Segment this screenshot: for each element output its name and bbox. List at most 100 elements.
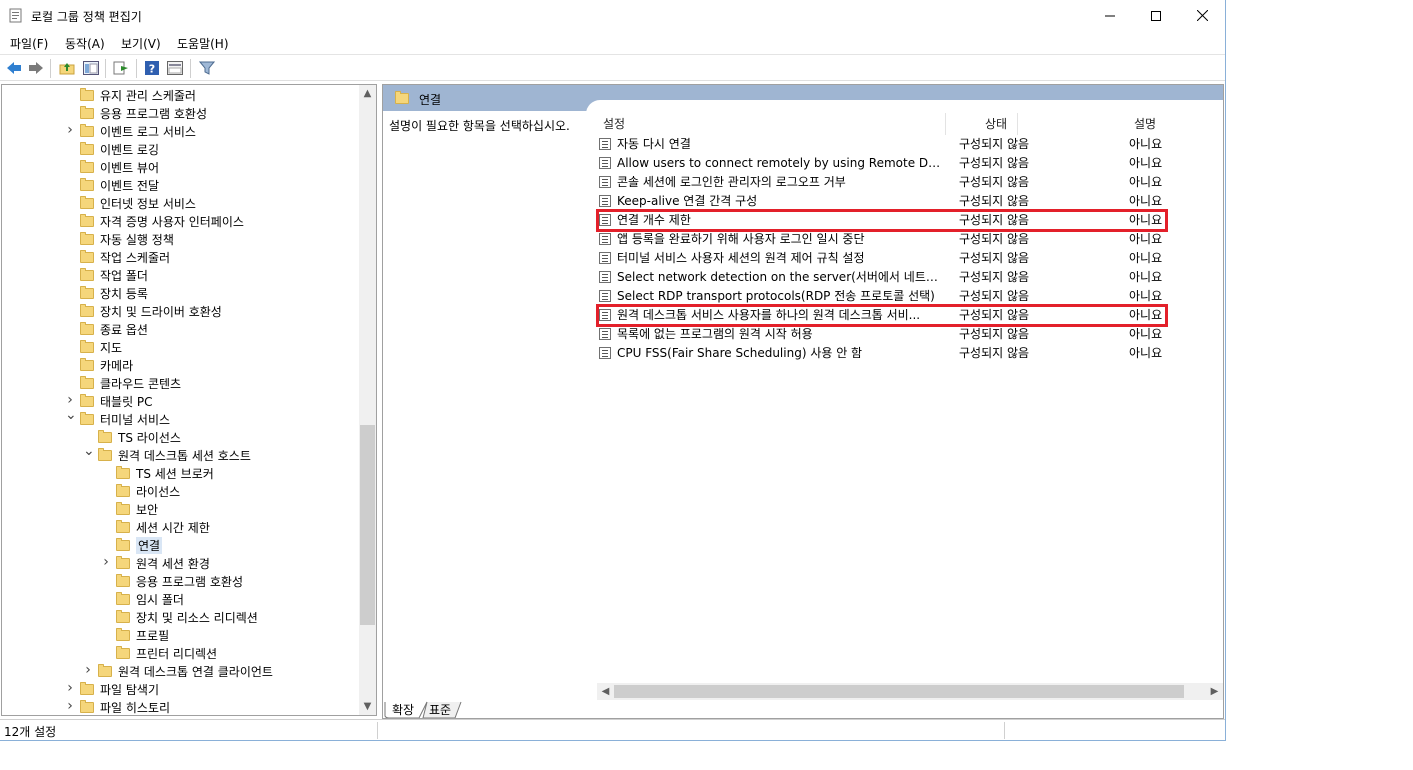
column-header-comment[interactable]: 설명 [1134, 115, 1156, 132]
tree-item[interactable]: 카메라 [80, 356, 133, 374]
tree-item[interactable]: 작업 스케줄러 [80, 248, 170, 266]
menu-action[interactable]: 동작(A) [65, 35, 105, 52]
tree-item[interactable]: 장치 등록 [80, 284, 148, 302]
forward-button[interactable] [27, 59, 45, 77]
tree-item[interactable]: 이벤트 뷰어 [80, 158, 159, 176]
help-button[interactable]: ? [143, 59, 161, 77]
tree-vertical-scrollbar[interactable]: ▲ ▼ [359, 85, 376, 715]
chevron-down-icon[interactable]: ⌄ [83, 443, 95, 459]
tree-item[interactable]: › 원격 세션 환경 [103, 554, 210, 572]
column-separator[interactable] [945, 113, 946, 135]
folder-icon [98, 429, 112, 443]
tree-item[interactable]: 장치 및 리소스 리디렉션 [116, 608, 258, 626]
menu-file[interactable]: 파일(F) [10, 35, 48, 52]
details-scroll-thumb[interactable] [614, 685, 1184, 698]
column-separator[interactable] [1017, 113, 1018, 135]
up-one-level-button[interactable] [58, 59, 76, 77]
policy-row[interactable]: Select RDP transport protocols(RDP 전송 프로… [599, 286, 1169, 305]
toolbar-separator [136, 59, 137, 78]
tree-item[interactable]: 작업 폴더 [80, 266, 148, 284]
tree-item[interactable]: › 원격 데스크톱 연결 클라이언트 [85, 662, 273, 680]
folder-icon [80, 681, 94, 695]
scroll-left-arrow-icon[interactable]: ◀ [597, 683, 614, 700]
tree-item-label: 작업 폴더 [100, 268, 148, 283]
tree-item[interactable]: 라이선스 [116, 482, 180, 500]
tree-item[interactable]: 자격 증명 사용자 인터페이스 [80, 212, 244, 230]
minimize-button[interactable] [1087, 0, 1133, 31]
tree-item[interactable]: 종료 옵션 [80, 320, 148, 338]
policy-row[interactable]: CPU FSS(Fair Share Scheduling) 사용 안 함 구성되… [599, 343, 1169, 362]
tree-item[interactable]: 인터넷 정보 서비스 [80, 194, 196, 212]
policy-state: 구성되지 않음 [959, 270, 1030, 284]
tree-item[interactable]: 장치 및 드라이버 호환성 [80, 302, 222, 320]
folder-icon [116, 519, 130, 533]
chevron-down-icon[interactable]: ⌄ [65, 407, 77, 423]
scroll-right-arrow-icon[interactable]: ▶ [1206, 683, 1223, 700]
tree-item[interactable]: 연결 [116, 536, 163, 554]
tree-item-label: 세션 시간 제한 [136, 520, 210, 535]
tree-item[interactable]: 임시 폴더 [116, 590, 184, 608]
chevron-right-icon[interactable]: › [65, 122, 75, 138]
gpedit-window: 로컬 그룹 정책 편집기 파일(F) 동작(A) 보기(V) 도움말(H) ? … [0, 0, 1226, 741]
chevron-right-icon[interactable]: › [65, 698, 75, 714]
policy-row[interactable]: 터미널 서비스 사용자 세션의 원격 제어 규칙 설정 구성되지 않음 아니요 [599, 248, 1169, 267]
show-hide-tree-button[interactable] [82, 59, 100, 77]
tree-item[interactable]: 응용 프로그램 호환성 [80, 104, 207, 122]
close-button[interactable] [1179, 0, 1225, 31]
tree-item[interactable]: 보안 [116, 500, 158, 518]
tree-item[interactable]: TS 세션 브로커 [116, 464, 214, 482]
chevron-right-icon[interactable]: › [83, 662, 93, 678]
tree-item[interactable]: 프린터 리디렉션 [116, 644, 217, 662]
tree-item[interactable]: TS 라이선스 [98, 428, 181, 446]
tree-item[interactable]: 응용 프로그램 호환성 [116, 572, 243, 590]
tree-item[interactable]: › 파일 히스토리 [67, 698, 170, 715]
folder-icon [395, 91, 409, 104]
chevron-right-icon[interactable]: › [65, 680, 75, 696]
details-horizontal-scrollbar[interactable]: ◀ ▶ [597, 683, 1223, 700]
policy-row[interactable]: Select network detection on the server(서… [599, 267, 1169, 286]
folder-icon [80, 339, 94, 353]
back-button[interactable] [5, 59, 23, 77]
policy-setting-icon [599, 137, 611, 150]
folder-icon [116, 627, 130, 641]
menu-view[interactable]: 보기(V) [121, 35, 161, 52]
tree-item[interactable]: 이벤트 전달 [80, 176, 159, 194]
view-tabs: 확장 표준 [383, 701, 1223, 718]
menu-help[interactable]: 도움말(H) [177, 35, 229, 52]
policy-row[interactable]: Keep-alive 연결 간격 구성 구성되지 않음 아니요 [599, 191, 1169, 210]
scroll-up-arrow-icon[interactable]: ▲ [359, 85, 376, 102]
details-pane: 연결 설명이 필요한 항목을 선택하십시오. 설정 상태 설명 자동 다시 연결… [382, 84, 1224, 719]
tree-scroll-thumb[interactable] [360, 425, 375, 625]
console-pane-icon [167, 61, 183, 75]
tree-item[interactable]: 자동 실행 정책 [80, 230, 174, 248]
chevron-right-icon[interactable]: › [101, 554, 111, 570]
show-description-pane-button[interactable] [166, 59, 184, 77]
policy-state: 구성되지 않음 [959, 327, 1030, 341]
tree-item[interactable]: › 파일 탐색기 [67, 680, 159, 698]
tree-item[interactable]: ⌄ 원격 데스크톱 세션 호스트 [83, 443, 251, 464]
export-list-button[interactable] [112, 59, 130, 77]
maximize-button[interactable] [1133, 0, 1179, 31]
tree-item[interactable]: › 이벤트 로그 서비스 [67, 122, 196, 140]
chevron-right-icon[interactable]: › [65, 392, 75, 408]
tree-item[interactable]: 유지 관리 스케줄러 [80, 86, 196, 104]
tree-item[interactable]: 클라우드 콘텐츠 [80, 374, 181, 392]
tree-item[interactable]: 프로필 [116, 626, 169, 644]
tree-item[interactable]: 이벤트 로깅 [80, 140, 159, 158]
policy-row[interactable]: Allow users to connect remotely by using… [599, 153, 1169, 172]
column-header-state[interactable]: 상태 [985, 115, 1007, 132]
tree-item[interactable]: ⌄ 터미널 서비스 [65, 407, 170, 428]
tree-item[interactable]: 지도 [80, 338, 122, 356]
tree-item[interactable]: 세션 시간 제한 [116, 518, 210, 536]
filter-button[interactable] [198, 59, 216, 77]
tab-standard[interactable]: 표준 [429, 701, 451, 718]
policy-row[interactable]: 콘솔 세션에 로그인한 관리자의 로그오프 거부 구성되지 않음 아니요 [599, 172, 1169, 191]
scroll-down-arrow-icon[interactable]: ▼ [359, 698, 376, 715]
policy-setting-icon [599, 175, 611, 188]
tree-item-label: 자격 증명 사용자 인터페이스 [100, 214, 244, 229]
tree-item[interactable]: › 태블릿 PC [67, 392, 152, 410]
folder-icon [116, 483, 130, 497]
tab-extended[interactable]: 확장 [392, 701, 414, 718]
column-header-setting[interactable]: 설정 [603, 115, 625, 132]
policy-row[interactable]: 자동 다시 연결 구성되지 않음 아니요 [599, 134, 1169, 153]
